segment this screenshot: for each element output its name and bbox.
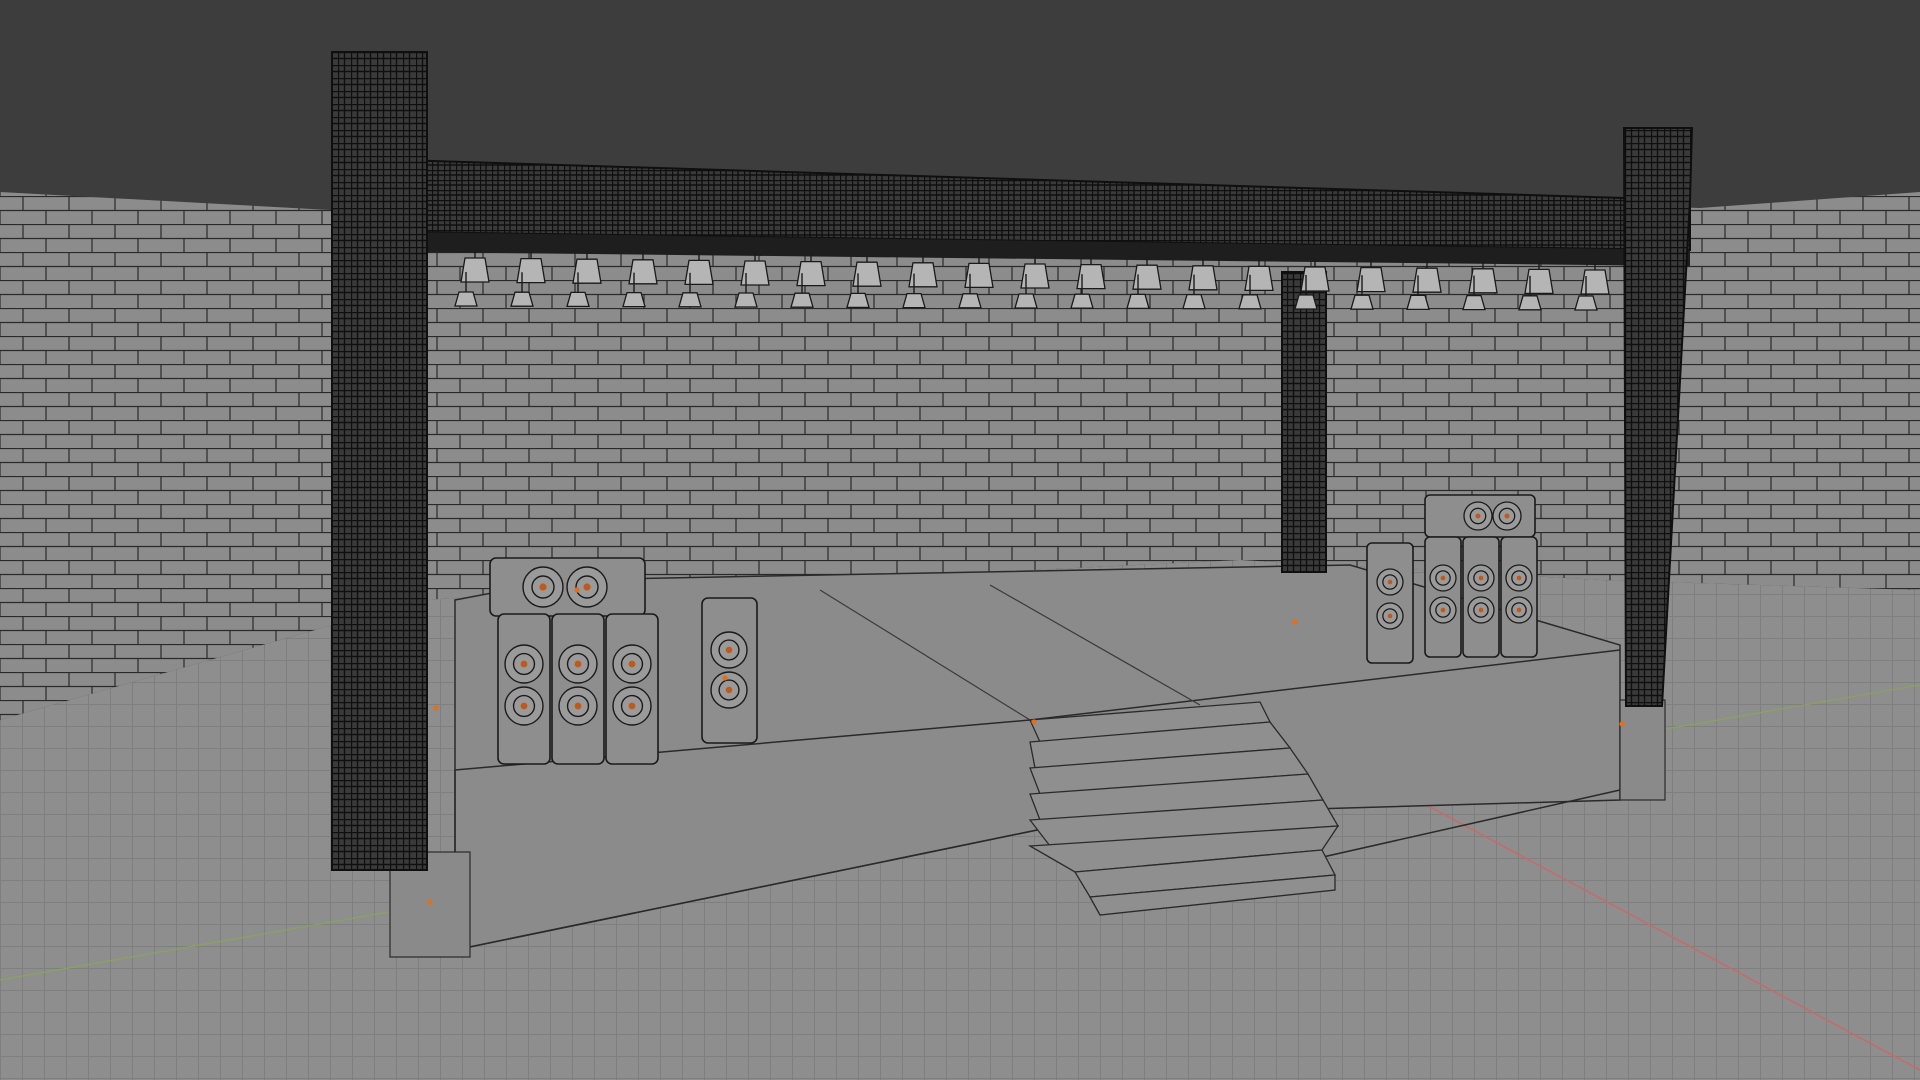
speaker-cone: [710, 631, 748, 669]
truss-back-pillar[interactable]: [1281, 271, 1327, 573]
speaker-cone: [612, 686, 652, 726]
speaker-cone: [612, 644, 652, 684]
speaker-cone: [504, 686, 544, 726]
speaker-cone: [558, 686, 598, 726]
speaker-stack-right[interactable]: [1424, 494, 1538, 658]
truss-left-pillar[interactable]: [331, 51, 428, 871]
speaker-left-single[interactable]: [701, 597, 758, 744]
speaker-cone: [1429, 564, 1457, 592]
speaker-right-single[interactable]: [1366, 542, 1414, 664]
speaker-cone: [1463, 501, 1493, 531]
speaker-cone: [522, 566, 564, 608]
speaker-cone: [1467, 596, 1495, 624]
speaker-cone: [1467, 564, 1495, 592]
scene-canvas[interactable]: [0, 0, 1920, 1080]
speaker-stack-left[interactable]: [489, 557, 659, 765]
speaker-cone: [1376, 602, 1404, 630]
speaker-cone: [504, 644, 544, 684]
speaker-cone: [1505, 564, 1533, 592]
speaker-cone: [710, 671, 748, 709]
speaker-cone: [1492, 501, 1522, 531]
speaker-cone: [566, 566, 608, 608]
speaker-cone: [558, 644, 598, 684]
speaker-cone: [1429, 596, 1457, 624]
3d-viewport[interactable]: [0, 0, 1920, 1080]
speaker-cone: [1376, 568, 1404, 596]
speaker-cone: [1505, 596, 1533, 624]
